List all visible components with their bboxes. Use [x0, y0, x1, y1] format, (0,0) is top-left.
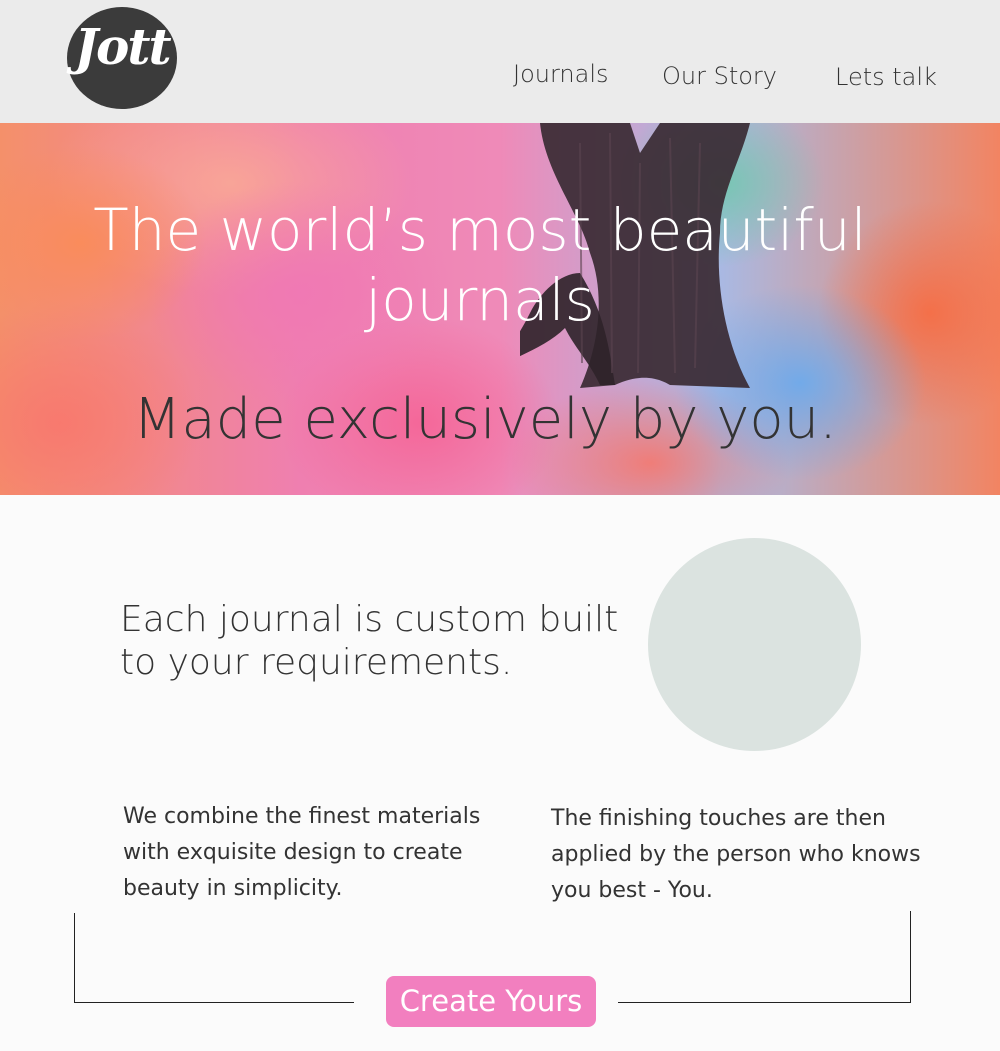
decorative-circle: [648, 538, 861, 751]
feature-materials-text: We combine the finest materials with exq…: [123, 804, 481, 901]
frame-line-right-vertical: [910, 911, 911, 1003]
frame-line-left-vertical: [74, 913, 75, 1003]
frame-line-right-horizontal: [618, 1002, 911, 1003]
intro-heading: Each journal is custom built to your req…: [120, 599, 619, 683]
feature-finishing-text: The finishing touches are then applied b…: [551, 806, 921, 903]
nav-lets-talk[interactable]: Lets talk: [835, 63, 937, 91]
hero-title: The world’s most beautiful journals: [93, 196, 867, 334]
nav-our-story[interactable]: Our Story: [662, 62, 777, 90]
create-yours-button[interactable]: Create Yours: [386, 976, 596, 1027]
jott-logo[interactable]: Jott: [67, 7, 177, 109]
site-header: Jott Journals Our Story Lets talk: [0, 0, 1000, 123]
nav-journals[interactable]: Journals: [513, 60, 609, 88]
frame-line-left-horizontal: [74, 1002, 354, 1003]
hero-subtitle: Made exclusively by you.: [133, 387, 837, 452]
hero-banner: The world’s most beautiful journals Made…: [0, 123, 1000, 495]
logo-text: Jott: [74, 17, 171, 76]
